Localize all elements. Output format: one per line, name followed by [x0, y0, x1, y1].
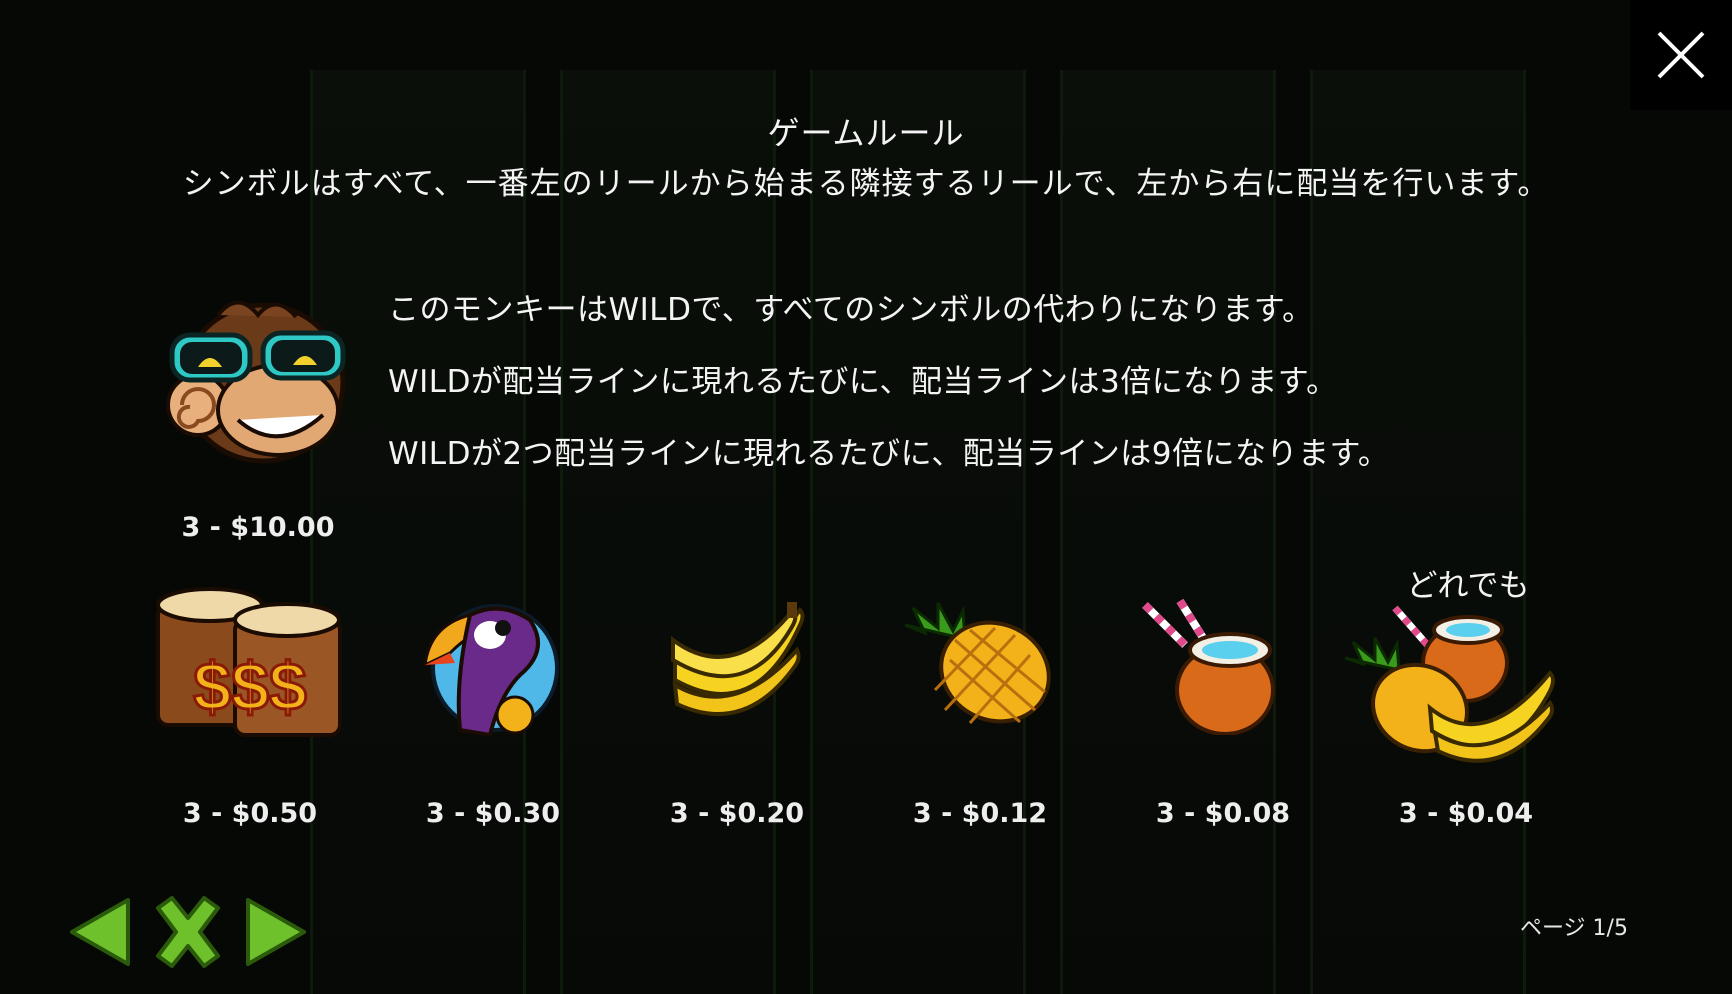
- toucan-icon: [415, 590, 565, 744]
- symbol-payout-1: 3 - $0.50: [182, 798, 318, 829]
- svg-text:$$$: $$$: [193, 649, 306, 725]
- wild-payout: 3 - $10.00: [181, 512, 335, 543]
- pineapple-icon: [895, 600, 1055, 734]
- coconut-drink-icon: [1135, 595, 1280, 739]
- wild-line-1: このモンキーはWILDで、すべてのシンボルの代わりになります。: [388, 292, 1314, 328]
- close-icon: [1657, 31, 1705, 79]
- drums-dollar-icon: $$$: [150, 580, 350, 754]
- arrow-left-icon: [70, 898, 130, 966]
- wild-description: このモンキーはWILDで、すべてのシンボルの代わりになります。 WILDが配当ラ…: [388, 290, 1389, 506]
- next-page-button[interactable]: [244, 896, 308, 972]
- prev-page-button[interactable]: [68, 896, 132, 972]
- arrow-right-icon: [246, 898, 306, 966]
- symbol-payout-6: 3 - $0.04: [1398, 798, 1534, 829]
- monkey-wild-icon: [158, 285, 358, 469]
- rule-text: シンボルはすべて、一番左のリールから始まる隣接するリールで、左から右に配当を行い…: [182, 166, 1550, 202]
- close-rules-button[interactable]: [150, 896, 226, 972]
- wild-line-2: WILDが配当ラインに現れるたびに、配当ラインは3倍になります。: [388, 364, 1338, 400]
- symbol-payout-3: 3 - $0.20: [669, 798, 805, 829]
- close-button[interactable]: [1630, 0, 1732, 110]
- wild-line-3: WILDが2つ配当ラインに現れるたびに、配当ラインは9倍になります。: [388, 436, 1390, 472]
- mixed-fruit-icon: [1340, 598, 1570, 777]
- symbol-payout-2: 3 - $0.30: [425, 798, 561, 829]
- symbol-payout-4: 3 - $0.12: [912, 798, 1048, 829]
- symbol-payout-5: 3 - $0.08: [1155, 798, 1291, 829]
- cross-icon: [156, 896, 220, 968]
- page-title: ゲームルール: [767, 114, 965, 152]
- page-indicator: ページ 1/5: [1520, 916, 1628, 941]
- banana-icon: [665, 600, 810, 734]
